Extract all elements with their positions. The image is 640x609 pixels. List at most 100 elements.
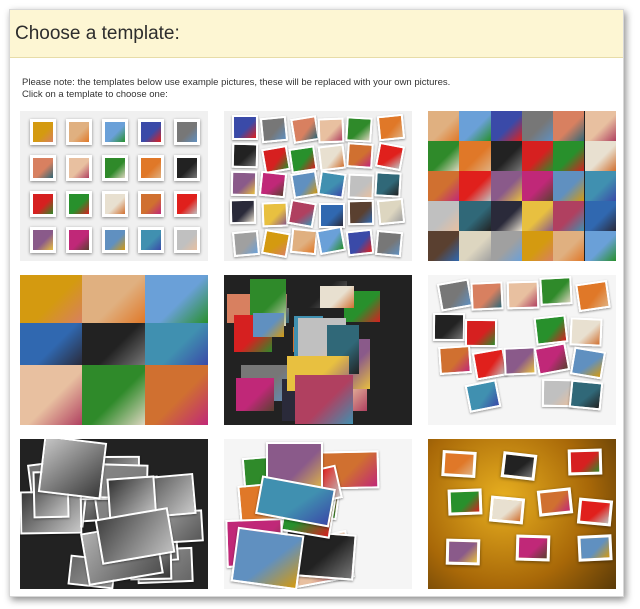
- template-6-polaroid-stack[interactable]: [428, 275, 616, 425]
- template-4-mosaic-large[interactable]: [20, 275, 208, 425]
- template-photo: [374, 141, 405, 171]
- template-8-rotated-collage[interactable]: [224, 439, 412, 589]
- template-photo: [569, 346, 606, 380]
- template-photo: [259, 170, 288, 199]
- template-5-overlapping-collage[interactable]: [224, 275, 412, 425]
- template-photo: [377, 197, 406, 226]
- page-title: Choose a template:: [15, 22, 180, 44]
- template-photo: [319, 286, 355, 309]
- template-photo: [230, 526, 305, 589]
- template-photo: [428, 201, 460, 231]
- template-photo: [521, 201, 554, 231]
- template-1-grid-polaroids[interactable]: [20, 111, 208, 261]
- template-photo: [30, 191, 56, 217]
- template-photo: [553, 201, 585, 231]
- template-photo: [376, 114, 406, 142]
- template-photo: [459, 231, 491, 261]
- template-photo: [66, 119, 92, 145]
- template-photo: [102, 191, 128, 217]
- template-photo: [490, 111, 522, 141]
- template-photo: [66, 191, 92, 217]
- template-photo: [82, 275, 145, 323]
- template-photo: [20, 275, 82, 323]
- template-photo: [374, 170, 402, 198]
- template-photo: [428, 111, 460, 141]
- template-photo: [488, 495, 526, 525]
- template-photo: [102, 227, 128, 253]
- template-photo: [438, 345, 473, 376]
- template-photo: [428, 231, 460, 261]
- template-photo: [232, 115, 259, 141]
- template-photo: [174, 155, 200, 181]
- template-photo: [346, 228, 375, 257]
- header-bar: Choose a template:: [10, 10, 623, 58]
- template-photo: [232, 229, 261, 257]
- note-line-1: Please note: the templates below use exa…: [22, 77, 451, 88]
- template-photo: [145, 323, 208, 365]
- template-9-autumn-framed[interactable]: [428, 439, 616, 589]
- template-photo: [259, 115, 288, 144]
- template-photo: [469, 281, 504, 311]
- template-photo: [345, 116, 373, 143]
- template-photo: [82, 365, 145, 425]
- template-photo: [174, 191, 200, 217]
- template-photo: [553, 231, 585, 261]
- template-photo: [30, 227, 56, 253]
- template-photo: [490, 231, 522, 261]
- template-photo: [20, 365, 82, 425]
- template-photo: [428, 171, 460, 201]
- template-photo: [138, 227, 164, 253]
- template-photo: [569, 379, 604, 411]
- template-photo: [261, 228, 292, 258]
- template-photo: [534, 342, 571, 376]
- template-photo: [145, 275, 208, 323]
- template-photo: [506, 280, 540, 310]
- template-photo: [37, 439, 107, 500]
- template-photo: [490, 171, 522, 201]
- template-photo: [317, 117, 345, 144]
- template-photo: [235, 378, 274, 412]
- template-photo: [584, 111, 616, 141]
- template-photo: [316, 226, 347, 256]
- template-photo: [577, 534, 613, 562]
- template-photo: [576, 497, 614, 527]
- template-photo: [445, 538, 481, 566]
- template-photo: [584, 171, 616, 201]
- template-photo: [521, 171, 554, 201]
- template-photo: [82, 323, 145, 365]
- template-photo: [102, 119, 128, 145]
- template-photo: [317, 143, 346, 172]
- template-photo: [66, 227, 92, 253]
- template-photo: [20, 323, 82, 365]
- template-photo: [231, 143, 259, 169]
- template-photo: [30, 119, 56, 145]
- template-photo: [437, 277, 474, 312]
- template-3-tight-grid[interactable]: [428, 111, 616, 261]
- template-photo: [138, 191, 164, 217]
- template-photo: [515, 534, 551, 562]
- template-2-scattered-polaroids[interactable]: [224, 111, 412, 261]
- template-photo: [229, 198, 257, 224]
- template-photo: [432, 312, 465, 341]
- template-photo: [290, 115, 320, 145]
- template-photo: [289, 228, 318, 256]
- template-photo: [533, 314, 569, 346]
- template-photo: [459, 201, 491, 231]
- template-photo: [428, 141, 460, 171]
- template-photo: [521, 141, 554, 171]
- template-photo: [102, 155, 128, 181]
- template-grid: [20, 111, 618, 589]
- template-photo: [553, 141, 585, 171]
- template-photo: [138, 119, 164, 145]
- template-photo: [290, 169, 320, 199]
- template-photo: [539, 276, 573, 307]
- template-photo: [459, 171, 491, 201]
- template-photo: [138, 155, 164, 181]
- template-photo: [318, 202, 345, 228]
- template-photo: [490, 201, 522, 231]
- template-photo: [575, 280, 611, 313]
- template-7-grayscale-collage[interactable]: [20, 439, 208, 589]
- template-photo: [253, 313, 285, 338]
- template-photo: [347, 199, 374, 226]
- template-photo: [287, 198, 318, 228]
